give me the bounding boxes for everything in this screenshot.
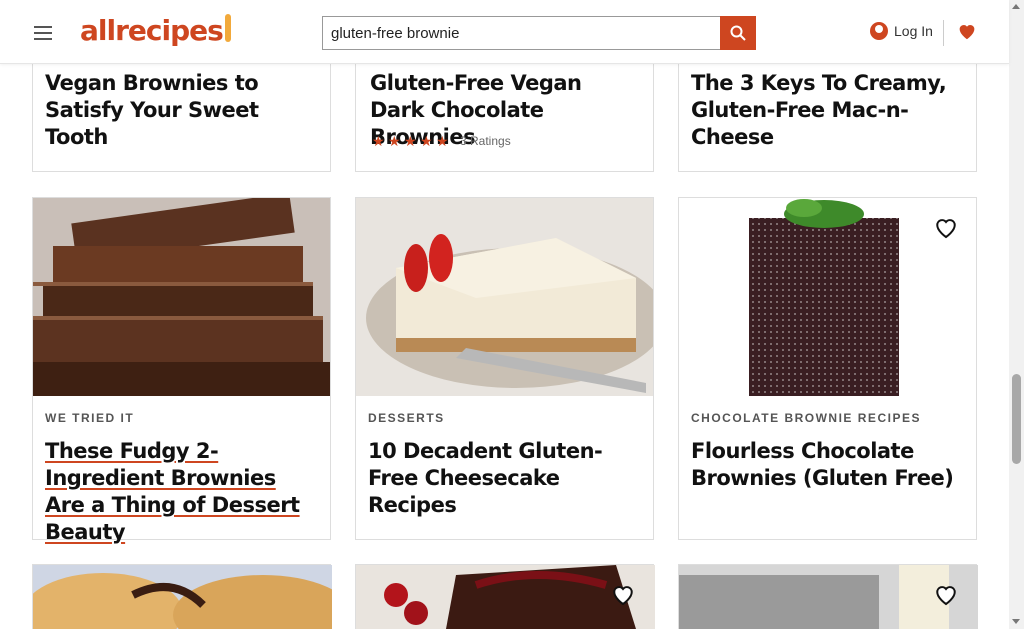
menu-icon[interactable] <box>34 26 52 40</box>
star-icon: ★ <box>436 133 449 149</box>
logo-text: allrecipes <box>80 14 224 47</box>
card-kicker: DESSERTS <box>368 411 445 425</box>
star-icon: ★ <box>388 133 401 149</box>
scrollbar-thumb[interactable] <box>1012 374 1021 464</box>
rating-stars[interactable]: ★ ★ ★ ★ ★ 3 Ratings <box>372 134 511 148</box>
card-fudgy-brownies[interactable]: WE TRIED IT These Fudgy 2-Ingredient Bro… <box>32 197 331 544</box>
card-flourless-brownies[interactable]: CHOCOLATE BROWNIE RECIPES Flourless Choc… <box>678 197 977 540</box>
card-kicker: CHOCOLATE BROWNIE RECIPES <box>691 411 921 425</box>
heart-outline-icon <box>936 586 956 606</box>
star-icon: ★ <box>372 133 385 149</box>
star-icon: ★ <box>420 133 433 149</box>
cheesecake-image <box>356 198 653 396</box>
ratings-count[interactable]: 3 Ratings <box>460 134 511 148</box>
card-bottom-2[interactable] <box>355 564 655 629</box>
heart-outline-icon <box>936 219 956 239</box>
login-button[interactable]: Log In <box>870 22 933 40</box>
site-header: allrecipes Log In <box>0 0 1009 64</box>
header-divider <box>943 20 944 46</box>
card-title[interactable]: The 3 Keys To Creamy, Gluten-Free Mac-n-… <box>691 70 976 151</box>
allrecipes-logo[interactable]: allrecipes <box>80 14 231 47</box>
brownie-stack-image <box>33 198 330 396</box>
card-image[interactable] <box>33 198 330 396</box>
save-recipe-button[interactable] <box>608 579 638 609</box>
card-bottom-1[interactable] <box>23 564 353 634</box>
star-icon: ★ <box>404 133 417 149</box>
login-label: Log In <box>894 23 933 39</box>
card-gf-cheesecake[interactable]: DESSERTS 10 Decadent Gluten-Free Cheesec… <box>355 197 654 540</box>
card-image[interactable] <box>356 198 653 396</box>
save-recipe-button[interactable] <box>931 579 961 609</box>
search-input[interactable] <box>322 16 720 50</box>
card-bottom-3[interactable] <box>678 564 978 629</box>
save-recipe-button[interactable] <box>931 212 961 242</box>
saved-recipes-button[interactable] <box>956 20 978 47</box>
card-title[interactable]: 10 Decadent Gluten-Free Cheesecake Recip… <box>368 438 643 519</box>
search-icon <box>730 25 746 41</box>
user-icon <box>870 22 888 40</box>
page-scrollbar[interactable] <box>1009 0 1024 629</box>
card-title[interactable]: Vegan Brownies to Satisfy Your Sweet Too… <box>45 70 315 151</box>
search-button[interactable] <box>720 16 756 50</box>
cookie-image <box>23 565 353 634</box>
scroll-down-arrow-icon[interactable] <box>1012 619 1020 624</box>
scroll-up-arrow-icon[interactable] <box>1012 4 1020 9</box>
heart-icon <box>959 25 975 40</box>
card-title[interactable]: Flourless Chocolate Brownies (Gluten Fre… <box>691 438 971 492</box>
heart-outline-icon <box>613 586 633 606</box>
card-title[interactable]: These Fudgy 2-Ingredient Brownies Are a … <box>45 438 320 546</box>
card-kicker: WE TRIED IT <box>45 411 135 425</box>
